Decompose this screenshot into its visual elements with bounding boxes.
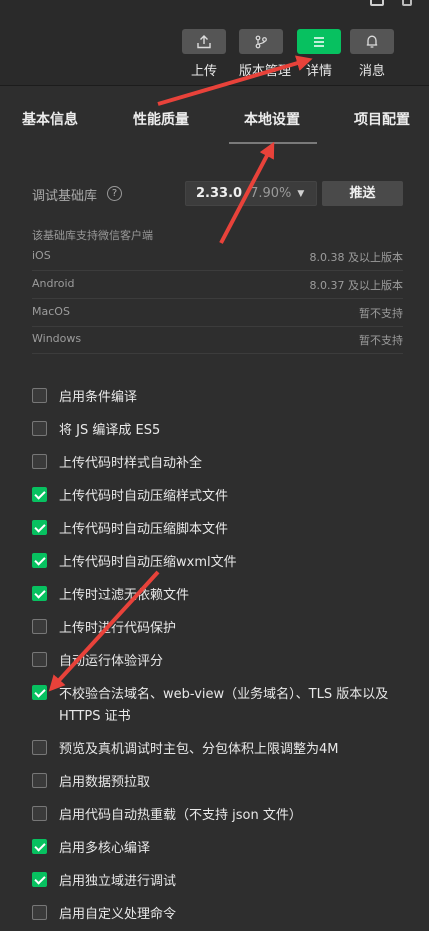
tab-project-config[interactable]: 项目配置 [354, 109, 410, 129]
checkbox[interactable] [32, 685, 47, 700]
bell-icon[interactable] [350, 29, 394, 54]
support-title: 该基础库支持微信客户端 [32, 229, 153, 242]
support-row: Android 8.0.37 及以上版本 [32, 272, 403, 299]
details-button[interactable]: 详情 [297, 29, 341, 79]
window-icon-2[interactable] [402, 0, 412, 6]
help-icon[interactable]: ? [107, 186, 122, 201]
support-client-value: 暂不支持 [359, 334, 403, 347]
support-row: iOS 8.0.38 及以上版本 [32, 244, 403, 271]
upload-button[interactable]: 上传 [182, 29, 226, 79]
base-lib-label: 调试基础库 [32, 189, 98, 204]
version-manage-button[interactable]: 版本管理 [239, 29, 292, 79]
option-label: 启用自定义处理命令 [59, 907, 177, 922]
option-label: 上传代码时自动压缩脚本文件 [59, 522, 229, 537]
checkbox[interactable] [32, 487, 47, 502]
option-label: 预览及真机调试时主包、分包体积上限调整为4M [59, 742, 339, 757]
tab-basic-info[interactable]: 基本信息 [22, 109, 78, 129]
base-lib-version: 2.33.0 [196, 186, 243, 201]
upload-label: 上传 [190, 64, 217, 79]
checkbox[interactable] [32, 740, 47, 755]
checkbox[interactable] [32, 454, 47, 469]
support-client-name: Android [32, 277, 75, 290]
base-lib-select[interactable]: 2.33.0 7.90% ▼ [185, 181, 317, 206]
checkbox[interactable] [32, 773, 47, 788]
details-label: 详情 [305, 64, 332, 79]
window-icon[interactable] [370, 0, 384, 6]
tab-performance[interactable]: 性能质量 [133, 109, 189, 129]
branch-icon[interactable] [239, 29, 283, 54]
option-label: 启用代码自动热重载（不支持 json 文件） [59, 808, 302, 823]
push-button[interactable]: 推送 [322, 181, 403, 206]
option-label: 不校验合法域名、web-view（业务域名）、TLS 版本以及 HTTPS 证书 [59, 687, 389, 724]
menu-icon[interactable] [297, 29, 341, 54]
support-client-name: MacOS [32, 305, 70, 318]
version-manage-label: 版本管理 [239, 64, 292, 79]
checkbox[interactable] [32, 652, 47, 667]
option-label: 上传代码时自动压缩样式文件 [59, 489, 229, 504]
option-label: 上传代码时自动压缩wxml文件 [59, 555, 237, 570]
support-row: MacOS 暂不支持 [32, 300, 403, 327]
support-client-value: 8.0.38 及以上版本 [309, 251, 403, 264]
checkbox[interactable] [32, 553, 47, 568]
tab-local-settings[interactable]: 本地设置 [244, 109, 300, 129]
base-lib-percent: 7.90% [250, 186, 292, 201]
option-label: 上传代码时样式自动补全 [59, 456, 203, 471]
option-label: 启用数据预拉取 [59, 775, 151, 790]
support-client-name: iOS [32, 249, 51, 262]
checkbox[interactable] [32, 872, 47, 887]
support-client-value: 暂不支持 [359, 307, 403, 320]
tab-active-indicator [229, 142, 317, 144]
checkbox[interactable] [32, 905, 47, 920]
support-client-value: 8.0.37 及以上版本 [309, 279, 403, 292]
upload-icon[interactable] [182, 29, 226, 54]
option-label: 启用独立域进行调试 [59, 874, 177, 889]
chevron-down-icon: ▼ [297, 188, 305, 199]
option-label: 自动运行体验评分 [59, 654, 164, 669]
option-label: 上传时进行代码保护 [59, 621, 177, 636]
support-client-name: Windows [32, 332, 82, 345]
option-label: 上传时过滤无依赖文件 [59, 588, 190, 603]
checkbox[interactable] [32, 421, 47, 436]
checkbox[interactable] [32, 586, 47, 601]
checkbox[interactable] [32, 520, 47, 535]
option-label: 启用多核心编译 [59, 841, 151, 856]
support-row: Windows 暂不支持 [32, 327, 403, 354]
messages-label: 消息 [358, 64, 385, 79]
messages-button[interactable]: 消息 [350, 29, 394, 79]
tab-bar: 基本信息 性能质量 本地设置 项目配置 [0, 87, 429, 145]
option-label: 将 JS 编译成 ES5 [59, 423, 161, 438]
checkbox[interactable] [32, 839, 47, 854]
checkbox[interactable] [32, 388, 47, 403]
checkbox[interactable] [32, 619, 47, 634]
top-toolbar: 上传 版本管理 详情 消息 [0, 0, 429, 86]
option-label: 启用条件编译 [59, 390, 138, 405]
checkbox[interactable] [32, 806, 47, 821]
